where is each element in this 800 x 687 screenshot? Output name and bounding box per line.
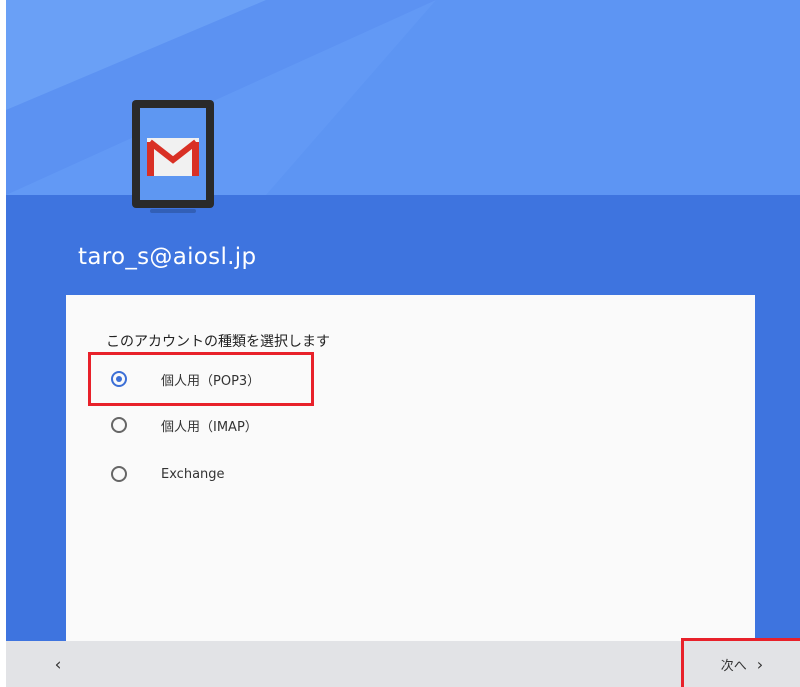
account-type-title: このアカウントの種類を選択します (106, 334, 330, 350)
highlight-box-pop3 (88, 352, 314, 406)
chevron-left-icon: ‹ (54, 655, 62, 675)
radio-unchecked-icon[interactable] (111, 466, 127, 482)
phone-shadow (150, 209, 196, 213)
highlight-box-next (681, 638, 800, 687)
back-button[interactable]: ‹ (48, 652, 68, 678)
radio-unchecked-icon[interactable] (111, 417, 127, 433)
option-label: Exchange (161, 466, 225, 482)
header-banner (6, 0, 800, 195)
header-pattern (6, 0, 800, 195)
gmail-icon (147, 138, 199, 176)
account-setup-screen: taro_s@aiosl.jp このアカウントの種類を選択します 個人用（POP… (0, 0, 800, 687)
option-label: 個人用（IMAP） (161, 419, 258, 435)
option-imap[interactable]: 個人用（IMAP） (106, 410, 366, 440)
account-email: taro_s@aiosl.jp (78, 244, 257, 270)
option-exchange[interactable]: Exchange (106, 459, 366, 489)
